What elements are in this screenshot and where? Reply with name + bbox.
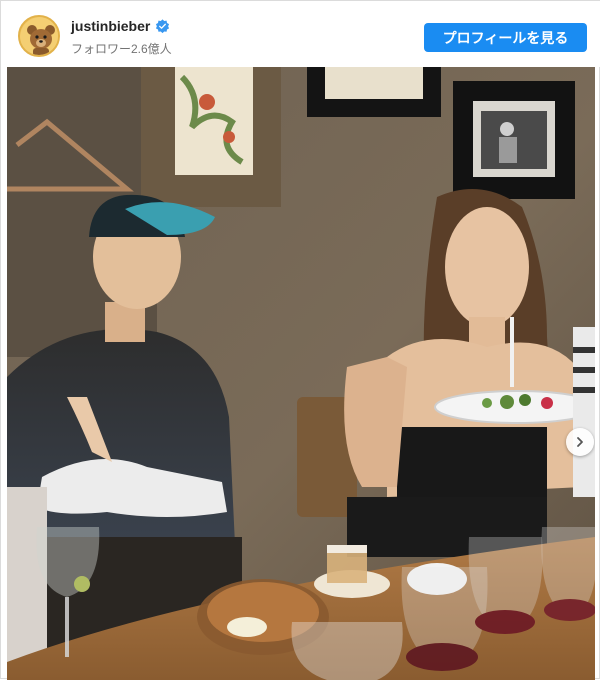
post-header: justinbieber フォロワー2.6億人 プロフィールを見る [1, 1, 600, 67]
follower-count: フォロワー2.6億人 [71, 42, 172, 56]
teddy-bear-avatar-icon [20, 17, 58, 55]
carousel-next-button[interactable] [566, 428, 594, 456]
verified-badge-icon [156, 18, 170, 33]
username-row: justinbieber [71, 17, 172, 35]
avatar[interactable] [18, 15, 60, 57]
username[interactable]: justinbieber [71, 18, 150, 34]
view-profile-button[interactable]: プロフィールを見る [424, 23, 587, 52]
instagram-embed: justinbieber フォロワー2.6億人 プロフィールを見る [0, 0, 600, 680]
photo-illustration [7, 67, 595, 680]
chevron-right-icon [577, 437, 583, 447]
post-photo[interactable] [7, 67, 595, 680]
account-info: justinbieber フォロワー2.6億人 [71, 17, 172, 57]
